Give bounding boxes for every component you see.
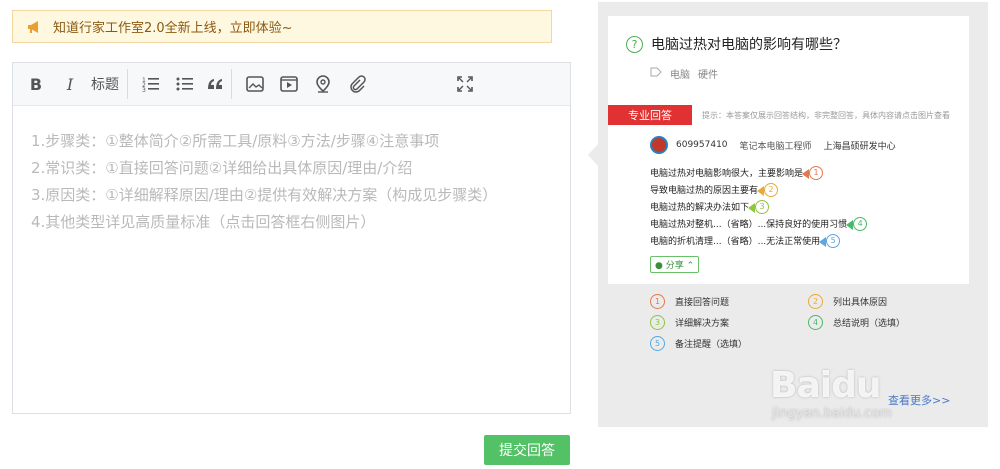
legend-badge: 2 [808, 294, 823, 309]
editor-textarea[interactable]: 1.步骤类：①整体简介②所需工具/原料③方法/步骤④注意事项 2.常识类：①直接… [13, 106, 570, 258]
legend-text: 备注提醒（选填） [675, 340, 748, 350]
sample-author: 609957410 笔记本电脑工程师 上海昌硕研发中心 [650, 136, 896, 154]
notice-text: 知道行家工作室2.0全新上线，立即体验~ [53, 21, 293, 36]
legend-item: 4 总结说明（选填） [808, 315, 905, 330]
legend-badge: 5 [650, 336, 665, 351]
chevron-down-icon: ⌃ [686, 261, 695, 271]
svg-text:3: 3 [142, 87, 146, 92]
image-icon[interactable] [242, 69, 268, 99]
step-badge: 2 [757, 182, 779, 197]
editor-toolbar: B I 标题 123 [13, 63, 570, 106]
share-button: ● 分享 ⌃ [650, 256, 700, 273]
legend-text: 直接回答问题 [675, 298, 730, 308]
legend-item: 1 直接回答问题 [650, 294, 729, 309]
wechat-icon: ● [655, 261, 663, 271]
step-badge: 4 [846, 216, 868, 231]
answer-line-text: 电脑过热对整机...（省略）...保持良好的使用习惯 [650, 220, 848, 230]
video-icon[interactable] [276, 69, 302, 99]
answer-line: 电脑过热的解决办法如下 3 [650, 198, 867, 215]
tag: 电脑 [670, 70, 690, 81]
author-org: 上海昌硕研发中心 [823, 141, 896, 152]
step-badge: 5 [819, 233, 841, 248]
legend-item: 2 列出具体原因 [808, 294, 887, 309]
answer-editor: B I 标题 123 1.步骤类：①整体简介②所需工具/原料③方法/步骤④注意事… [12, 62, 571, 414]
legend-badge: 3 [650, 315, 665, 330]
view-more-link[interactable]: 查看更多>> [888, 392, 950, 408]
pro-answer-hint: 提示：本答案仅展示回答结构，非完整回答，具体内容请点击图片查看 [702, 110, 950, 120]
legend-item: 5 备注提醒（选填） [650, 336, 747, 351]
author-name: 609957410 [676, 140, 728, 150]
answer-line: 导致电脑过热的原因主要有 2 [650, 181, 867, 198]
watermark-brand: Baidu [770, 365, 881, 406]
legend-badge: 1 [650, 294, 665, 309]
editor-hint-line: 1.步骤类：①整体简介②所需工具/原料③方法/步骤④注意事项 [31, 132, 440, 150]
answer-line-text: 电脑过热的解决办法如下 [650, 203, 750, 213]
avatar [650, 136, 668, 154]
notice-banner[interactable]: 知道行家工作室2.0全新上线，立即体验~ [12, 10, 552, 43]
editor-hint-line: 2.常识类：①直接回答问题②详细给出具体原因/理由/介绍 [31, 159, 413, 177]
answer-line: 电脑过热对电脑影响很大，主要影响是 1 [650, 164, 867, 181]
step-badge: 1 [802, 165, 824, 180]
italic-button[interactable]: I [57, 69, 83, 99]
tag: 硬件 [698, 70, 718, 81]
answer-line: 电脑的折机清理...（省略）...无法正常使用 5 [650, 232, 867, 249]
watermark-url: jingyan.baidu.com [772, 406, 892, 421]
unordered-list-icon[interactable] [172, 69, 198, 99]
answer-line-text: 电脑过热对电脑影响很大，主要影响是 [650, 169, 804, 179]
editor-hint-line: 3.原因类：①详细解释原因/理由②提供有效解决方案（构成见步骤类） [31, 186, 498, 204]
baidu-watermark: Baidu jingyan.baidu.com [770, 365, 892, 421]
sample-question: ? 电脑过热对电脑的影响有哪些？ [626, 34, 847, 54]
sample-tags: 电脑 硬件 [650, 66, 726, 81]
answer-line-text: 导致电脑过热的原因主要有 [650, 186, 759, 196]
share-label: 分享 [665, 261, 684, 271]
legend-text: 总结说明（选填） [833, 319, 906, 329]
question-icon: ? [626, 35, 643, 53]
answer-line: 电脑过热对整机...（省略）...保持良好的使用习惯 4 [650, 215, 868, 232]
legend-badge: 4 [808, 315, 823, 330]
tag-icon [650, 67, 662, 80]
fullscreen-icon[interactable] [452, 69, 478, 99]
sample-card: ? 电脑过热对电脑的影响有哪些？ 电脑 硬件 专业回答 提示：本答案仅展示回答结… [608, 16, 969, 284]
pro-answer-bar: 专业回答 提示：本答案仅展示回答结构，非完整回答，具体内容请点击图片查看 [608, 105, 969, 125]
location-icon[interactable] [310, 69, 336, 99]
answer-line-text: 电脑的折机清理...（省略）...无法正常使用 [650, 237, 821, 247]
bold-button[interactable]: B [23, 69, 49, 99]
submit-answer-button[interactable]: 提交回答 [484, 435, 570, 465]
legend-text: 详细解决方案 [675, 319, 730, 329]
legend-item: 3 详细解决方案 [650, 315, 729, 330]
author-title: 笔记本电脑工程师 [739, 141, 812, 152]
attachment-icon[interactable] [344, 69, 370, 99]
ordered-list-icon[interactable]: 123 [138, 69, 164, 99]
pro-answer-label: 专业回答 [608, 105, 692, 125]
sample-answer-panel[interactable]: ? 电脑过热对电脑的影响有哪些？ 电脑 硬件 专业回答 提示：本答案仅展示回答结… [598, 2, 988, 427]
step-badge: 3 [748, 199, 770, 214]
editor-hint-line: 4.其他类型详见高质量标准（点击回答框右侧图片） [31, 213, 376, 231]
heading-button[interactable]: 标题 [91, 69, 128, 99]
legend-text: 列出具体原因 [833, 298, 888, 308]
sample-answer-lines: 电脑过热对电脑影响很大，主要影响是 1 导致电脑过热的原因主要有 2 电脑过热的解决… [650, 164, 868, 249]
megaphone-icon [27, 20, 45, 34]
sample-question-text: 电脑过热对电脑的影响有哪些？ [651, 37, 847, 53]
quote-icon[interactable] [206, 69, 232, 99]
